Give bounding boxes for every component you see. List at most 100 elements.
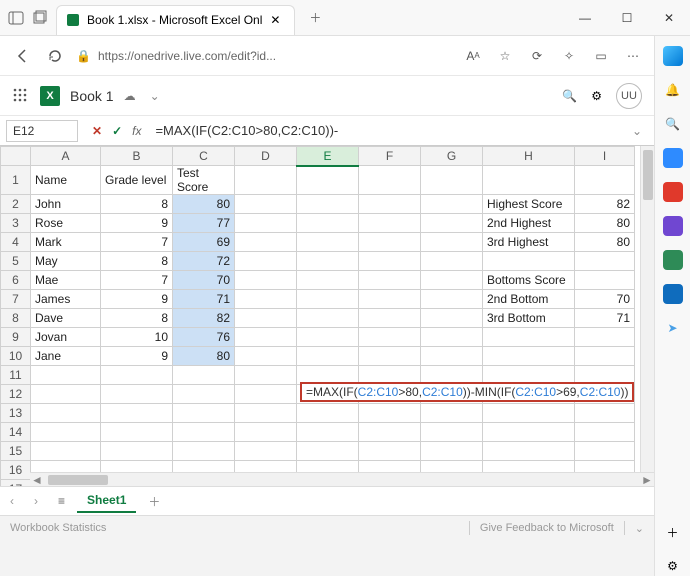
vertical-scrollbar[interactable] — [640, 146, 654, 472]
cell[interactable] — [483, 347, 575, 366]
cell[interactable] — [297, 309, 359, 328]
cell[interactable] — [359, 442, 421, 461]
cell[interactable]: Name — [31, 166, 101, 195]
row-header[interactable]: 10 — [1, 347, 31, 366]
cell[interactable] — [31, 404, 101, 423]
cell[interactable] — [359, 166, 421, 195]
refresh-button[interactable] — [44, 45, 66, 67]
formula-expand-icon[interactable]: ⌄ — [632, 124, 648, 138]
row-header[interactable]: 17 — [1, 480, 31, 487]
rail-add-icon[interactable]: ＋ — [663, 522, 683, 542]
cell[interactable]: Mark — [31, 233, 101, 252]
notification-bell-icon[interactable]: 🔔 — [663, 80, 683, 100]
formula-cancel-icon[interactable]: ✕ — [92, 124, 102, 138]
cell[interactable]: Grade level — [101, 166, 173, 195]
cell[interactable] — [235, 166, 297, 195]
cell[interactable] — [173, 442, 235, 461]
cell[interactable] — [297, 166, 359, 195]
sheet-tab-active[interactable]: Sheet1 — [77, 489, 136, 513]
cell[interactable]: Jane — [31, 347, 101, 366]
cell[interactable]: 7 — [101, 233, 173, 252]
spreadsheet-grid[interactable]: ABCDEFGHI1NameGrade levelTest Score2John… — [0, 146, 635, 486]
minimize-button[interactable]: — — [564, 0, 606, 36]
rail-settings-icon[interactable]: ⚙ — [663, 556, 683, 576]
col-header[interactable]: A — [31, 147, 101, 166]
cell[interactable] — [575, 166, 635, 195]
row-header[interactable]: 12 — [1, 385, 31, 404]
cell[interactable]: May — [31, 252, 101, 271]
cell[interactable]: 2nd Bottom — [483, 290, 575, 309]
row-header[interactable]: 15 — [1, 442, 31, 461]
cell[interactable] — [297, 423, 359, 442]
status-feedback[interactable]: Give Feedback to Microsoft — [480, 522, 614, 534]
rail-app-icon-4[interactable] — [663, 250, 683, 270]
cell[interactable] — [421, 309, 483, 328]
more-icon[interactable]: ⋯ — [624, 47, 642, 65]
cell[interactable] — [421, 195, 483, 214]
cell[interactable]: 10 — [101, 328, 173, 347]
row-header[interactable]: 16 — [1, 461, 31, 480]
row-header[interactable]: 5 — [1, 252, 31, 271]
cell[interactable] — [235, 366, 297, 385]
cell[interactable]: 9 — [101, 214, 173, 233]
col-header[interactable]: F — [359, 147, 421, 166]
inline-formula-overlay[interactable]: =MAX(IF(C2:C10>80,C2:C10))-MIN(IF(C2:C10… — [300, 382, 634, 402]
cell[interactable] — [359, 347, 421, 366]
cell[interactable] — [421, 328, 483, 347]
row-header[interactable]: 11 — [1, 366, 31, 385]
cell[interactable]: Bottoms Score — [483, 271, 575, 290]
star-icon[interactable]: ☆ — [496, 47, 514, 65]
cell[interactable]: Mae — [31, 271, 101, 290]
cell[interactable] — [359, 423, 421, 442]
row-header[interactable]: 4 — [1, 233, 31, 252]
cell[interactable] — [359, 309, 421, 328]
settings-icon[interactable]: ⚙ — [591, 89, 602, 103]
cell[interactable]: Dave — [31, 309, 101, 328]
search-rail-icon[interactable]: 🔍 — [663, 114, 683, 134]
cell[interactable]: 76 — [173, 328, 235, 347]
cell[interactable] — [297, 252, 359, 271]
sync-icon[interactable]: ⟳ — [528, 47, 546, 65]
cell[interactable] — [31, 423, 101, 442]
cell[interactable] — [359, 214, 421, 233]
cell[interactable] — [235, 195, 297, 214]
cell[interactable] — [575, 347, 635, 366]
cell[interactable]: 3rd Bottom — [483, 309, 575, 328]
col-header[interactable]: D — [235, 147, 297, 166]
cell[interactable] — [421, 442, 483, 461]
browser-tab[interactable]: Book 1.xlsx - Microsoft Excel Onl ✕ — [56, 5, 295, 35]
back-button[interactable] — [12, 45, 34, 67]
col-header[interactable]: C — [173, 147, 235, 166]
cell[interactable]: Test Score — [173, 166, 235, 195]
cell[interactable]: Jovan — [31, 328, 101, 347]
cell[interactable]: James — [31, 290, 101, 309]
cell[interactable] — [31, 385, 101, 404]
row-header[interactable]: 13 — [1, 404, 31, 423]
cell[interactable] — [235, 214, 297, 233]
cell[interactable]: 8 — [101, 309, 173, 328]
rail-app-icon-5[interactable] — [663, 284, 683, 304]
cell[interactable] — [297, 328, 359, 347]
row-header[interactable]: 14 — [1, 423, 31, 442]
close-window-button[interactable]: ✕ — [648, 0, 690, 36]
cell[interactable] — [235, 290, 297, 309]
col-header[interactable]: I — [575, 147, 635, 166]
cell[interactable]: 8 — [101, 195, 173, 214]
cell[interactable] — [101, 404, 173, 423]
cell[interactable]: 82 — [173, 309, 235, 328]
cell[interactable] — [575, 423, 635, 442]
row-header[interactable]: 8 — [1, 309, 31, 328]
cell[interactable] — [421, 404, 483, 423]
cell[interactable] — [359, 271, 421, 290]
new-tab-button[interactable]: ＋ — [303, 9, 327, 26]
cell[interactable] — [173, 423, 235, 442]
sheet-nav-next[interactable]: › — [34, 494, 46, 508]
name-box[interactable]: E12 — [6, 120, 78, 142]
cell[interactable] — [359, 252, 421, 271]
cell[interactable] — [235, 347, 297, 366]
cell[interactable]: 70 — [575, 290, 635, 309]
cell[interactable] — [575, 252, 635, 271]
cell[interactable] — [173, 385, 235, 404]
cell[interactable]: 69 — [173, 233, 235, 252]
row-header[interactable]: 9 — [1, 328, 31, 347]
